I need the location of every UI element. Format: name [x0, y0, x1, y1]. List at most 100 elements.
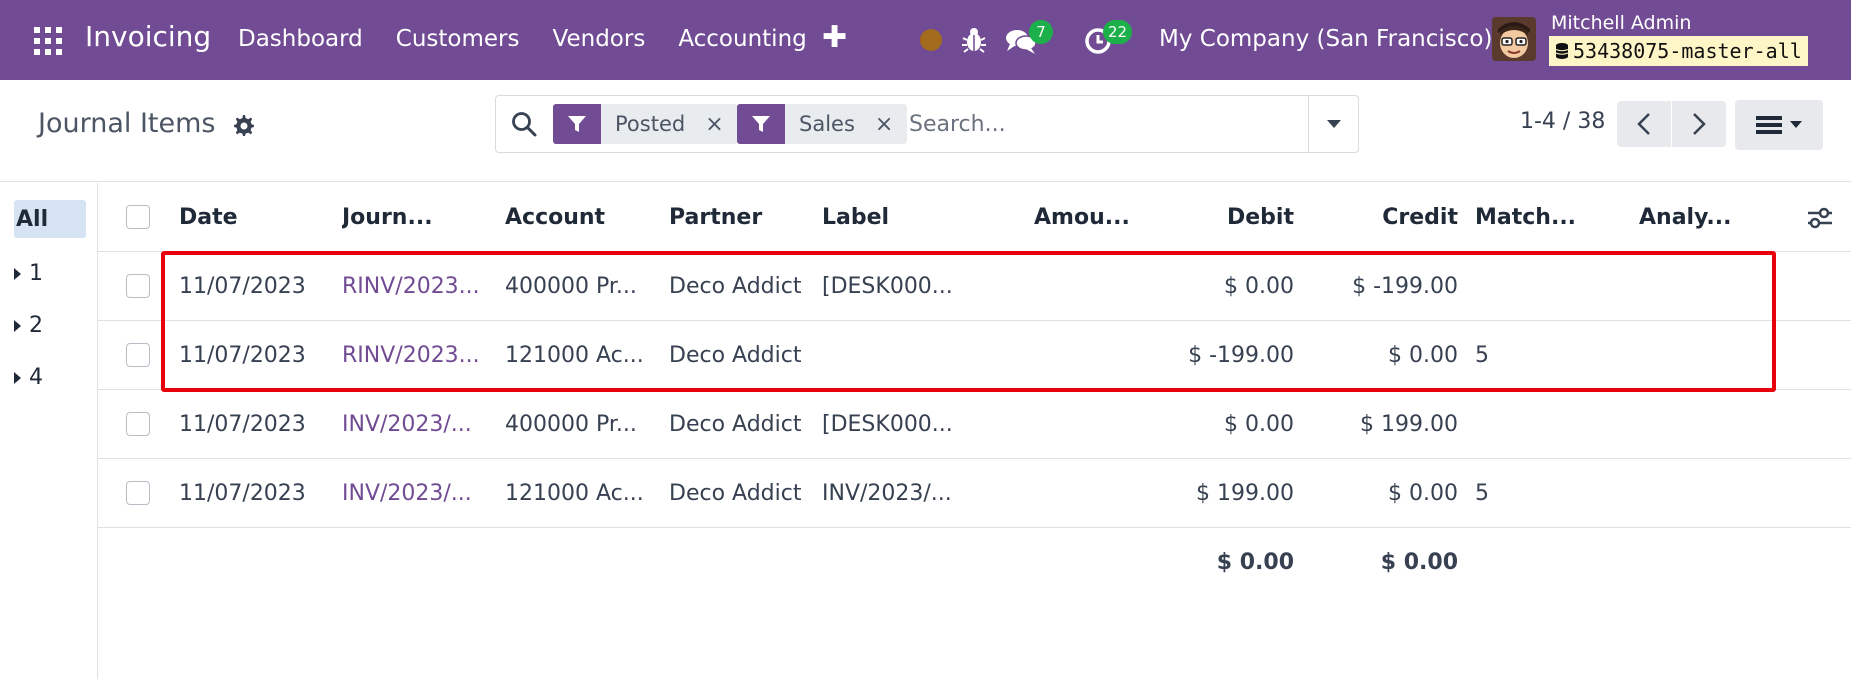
- optional-columns-icon[interactable]: [1806, 205, 1834, 231]
- pager-next-button[interactable]: [1672, 101, 1726, 147]
- gear-icon[interactable]: [232, 114, 256, 138]
- cell-analytic: [1639, 321, 1789, 390]
- cell-debit: $ 0.00: [1224, 412, 1294, 437]
- menu-item-dashboard[interactable]: Dashboard: [238, 26, 363, 52]
- group-by-sidebar: All 1 2 4: [0, 183, 98, 679]
- cell-amount: [1034, 252, 1134, 321]
- cell-account: 400000 Pr...: [505, 412, 637, 437]
- cell-journal-link[interactable]: RINV/2023...: [342, 252, 487, 321]
- user-avatar[interactable]: [1492, 17, 1536, 61]
- total-credit: $ 0.00: [1380, 549, 1458, 575]
- cell-partner: Deco Addict: [669, 412, 802, 437]
- pager-previous-button[interactable]: [1617, 101, 1671, 147]
- status-dot-icon[interactable]: [920, 29, 942, 51]
- control-panel: Journal Items Posted × Sales × Search...…: [0, 80, 1851, 182]
- plus-icon[interactable]: ✚: [822, 20, 847, 55]
- cell-credit: $ 0.00: [1388, 343, 1458, 368]
- column-header-journal[interactable]: Journ...: [342, 183, 487, 252]
- apps-menu-icon[interactable]: [34, 27, 62, 55]
- row-checkbox[interactable]: [126, 274, 150, 298]
- user-name[interactable]: Mitchell Admin: [1551, 12, 1691, 34]
- cell-matching: 5: [1475, 343, 1489, 368]
- caret-down-icon: [1790, 121, 1802, 128]
- bug-icon[interactable]: [961, 26, 987, 54]
- menu-item-accounting[interactable]: Accounting: [678, 26, 806, 52]
- cell-debit: $ 0.00: [1224, 274, 1294, 299]
- cell-matching: [1475, 390, 1625, 459]
- table-row[interactable]: 11/07/2023 RINV/2023... 400000 Pr... Dec…: [98, 252, 1851, 321]
- cell-partner: Deco Addict: [669, 343, 802, 368]
- table-row[interactable]: 11/07/2023 INV/2023/... 121000 Ac... Dec…: [98, 459, 1851, 528]
- cell-account: 121000 Ac...: [505, 481, 644, 506]
- database-name: 53438075-master-all: [1573, 39, 1802, 63]
- view-switcher-button[interactable]: [1735, 100, 1823, 150]
- cell-credit: $ -199.00: [1352, 274, 1458, 299]
- cell-account: 400000 Pr...: [505, 274, 637, 299]
- cell-date: 11/07/2023: [179, 343, 306, 368]
- menu-item-vendors[interactable]: Vendors: [553, 26, 646, 52]
- sidebar-item-2[interactable]: 2: [14, 313, 43, 338]
- row-checkbox[interactable]: [126, 481, 150, 505]
- database-icon: [1555, 43, 1569, 59]
- search-input[interactable]: [909, 106, 1289, 142]
- app-title[interactable]: Invoicing: [85, 20, 211, 53]
- cell-matching: 5: [1475, 481, 1489, 506]
- activities-count-badge: 22: [1103, 20, 1133, 44]
- search-icon[interactable]: [510, 110, 538, 138]
- column-header-account[interactable]: Account: [505, 183, 645, 252]
- chevron-left-icon: [1637, 113, 1650, 135]
- sidebar-item-all[interactable]: All: [14, 200, 86, 238]
- table-row[interactable]: 11/07/2023 INV/2023/... 400000 Pr... Dec…: [98, 390, 1851, 459]
- search-facet-posted[interactable]: Posted ×: [553, 104, 738, 144]
- sidebar-item-4[interactable]: 4: [14, 365, 43, 390]
- pager-value[interactable]: 1-4 / 38: [1520, 109, 1605, 134]
- table-row[interactable]: 11/07/2023 RINV/2023... 121000 Ac... Dec…: [98, 321, 1851, 390]
- caret-right-icon: [14, 319, 21, 332]
- sidebar-item-1[interactable]: 1: [14, 261, 43, 286]
- facet-remove-icon[interactable]: ×: [875, 112, 893, 137]
- table-totals-row: $ 0.00 $ 0.00: [98, 529, 1851, 595]
- company-switcher[interactable]: My Company (San Francisco): [1159, 26, 1492, 52]
- select-all-checkbox[interactable]: [126, 205, 150, 229]
- cell-journal-link[interactable]: INV/2023/...: [342, 459, 487, 528]
- cell-credit: $ 199.00: [1360, 412, 1458, 437]
- database-tag: 53438075-master-all: [1549, 36, 1808, 66]
- column-header-matching[interactable]: Match...: [1475, 183, 1625, 252]
- caret-right-icon: [14, 267, 21, 280]
- cell-date: 11/07/2023: [179, 481, 306, 506]
- cell-amount: [1034, 459, 1134, 528]
- row-checkbox[interactable]: [126, 412, 150, 436]
- total-debit: $ 0.00: [1216, 549, 1294, 575]
- cell-label: [822, 321, 972, 390]
- column-header-credit[interactable]: Credit: [1308, 183, 1458, 252]
- list-view-icon: [1756, 116, 1782, 134]
- table-header: Date Journ... Account Partner Label Amou…: [98, 183, 1851, 252]
- search-options-toggle[interactable]: [1308, 96, 1358, 152]
- search-facet-sales[interactable]: Sales ×: [737, 104, 908, 144]
- cell-amount: [1034, 390, 1134, 459]
- cell-debit: $ -199.00: [1188, 343, 1294, 368]
- cell-matching: [1475, 252, 1625, 321]
- facet-label: Sales: [799, 112, 855, 136]
- cell-partner: Deco Addict: [669, 481, 802, 506]
- caret-right-icon: [14, 371, 21, 384]
- column-header-debit[interactable]: Debit: [1168, 183, 1294, 252]
- sidebar-item-label: 2: [29, 313, 43, 338]
- column-header-analytic[interactable]: Analy...: [1639, 183, 1789, 252]
- messages-count-badge: 7: [1029, 20, 1053, 44]
- cell-journal-link[interactable]: INV/2023/...: [342, 390, 487, 459]
- row-checkbox[interactable]: [126, 343, 150, 367]
- column-header-partner[interactable]: Partner: [669, 183, 819, 252]
- column-header-amount[interactable]: Amou...: [1034, 183, 1134, 252]
- cell-journal-link[interactable]: RINV/2023...: [342, 321, 487, 390]
- cell-amount: [1034, 321, 1134, 390]
- column-header-date[interactable]: Date: [179, 183, 319, 252]
- chevron-right-icon: [1693, 113, 1706, 135]
- cell-credit: $ 0.00: [1388, 481, 1458, 506]
- column-header-label[interactable]: Label: [822, 183, 972, 252]
- page-title[interactable]: Journal Items: [38, 108, 216, 139]
- cell-debit: $ 199.00: [1196, 481, 1294, 506]
- facet-remove-icon[interactable]: ×: [705, 112, 723, 137]
- cell-analytic: [1639, 390, 1789, 459]
- menu-item-customers[interactable]: Customers: [396, 26, 520, 52]
